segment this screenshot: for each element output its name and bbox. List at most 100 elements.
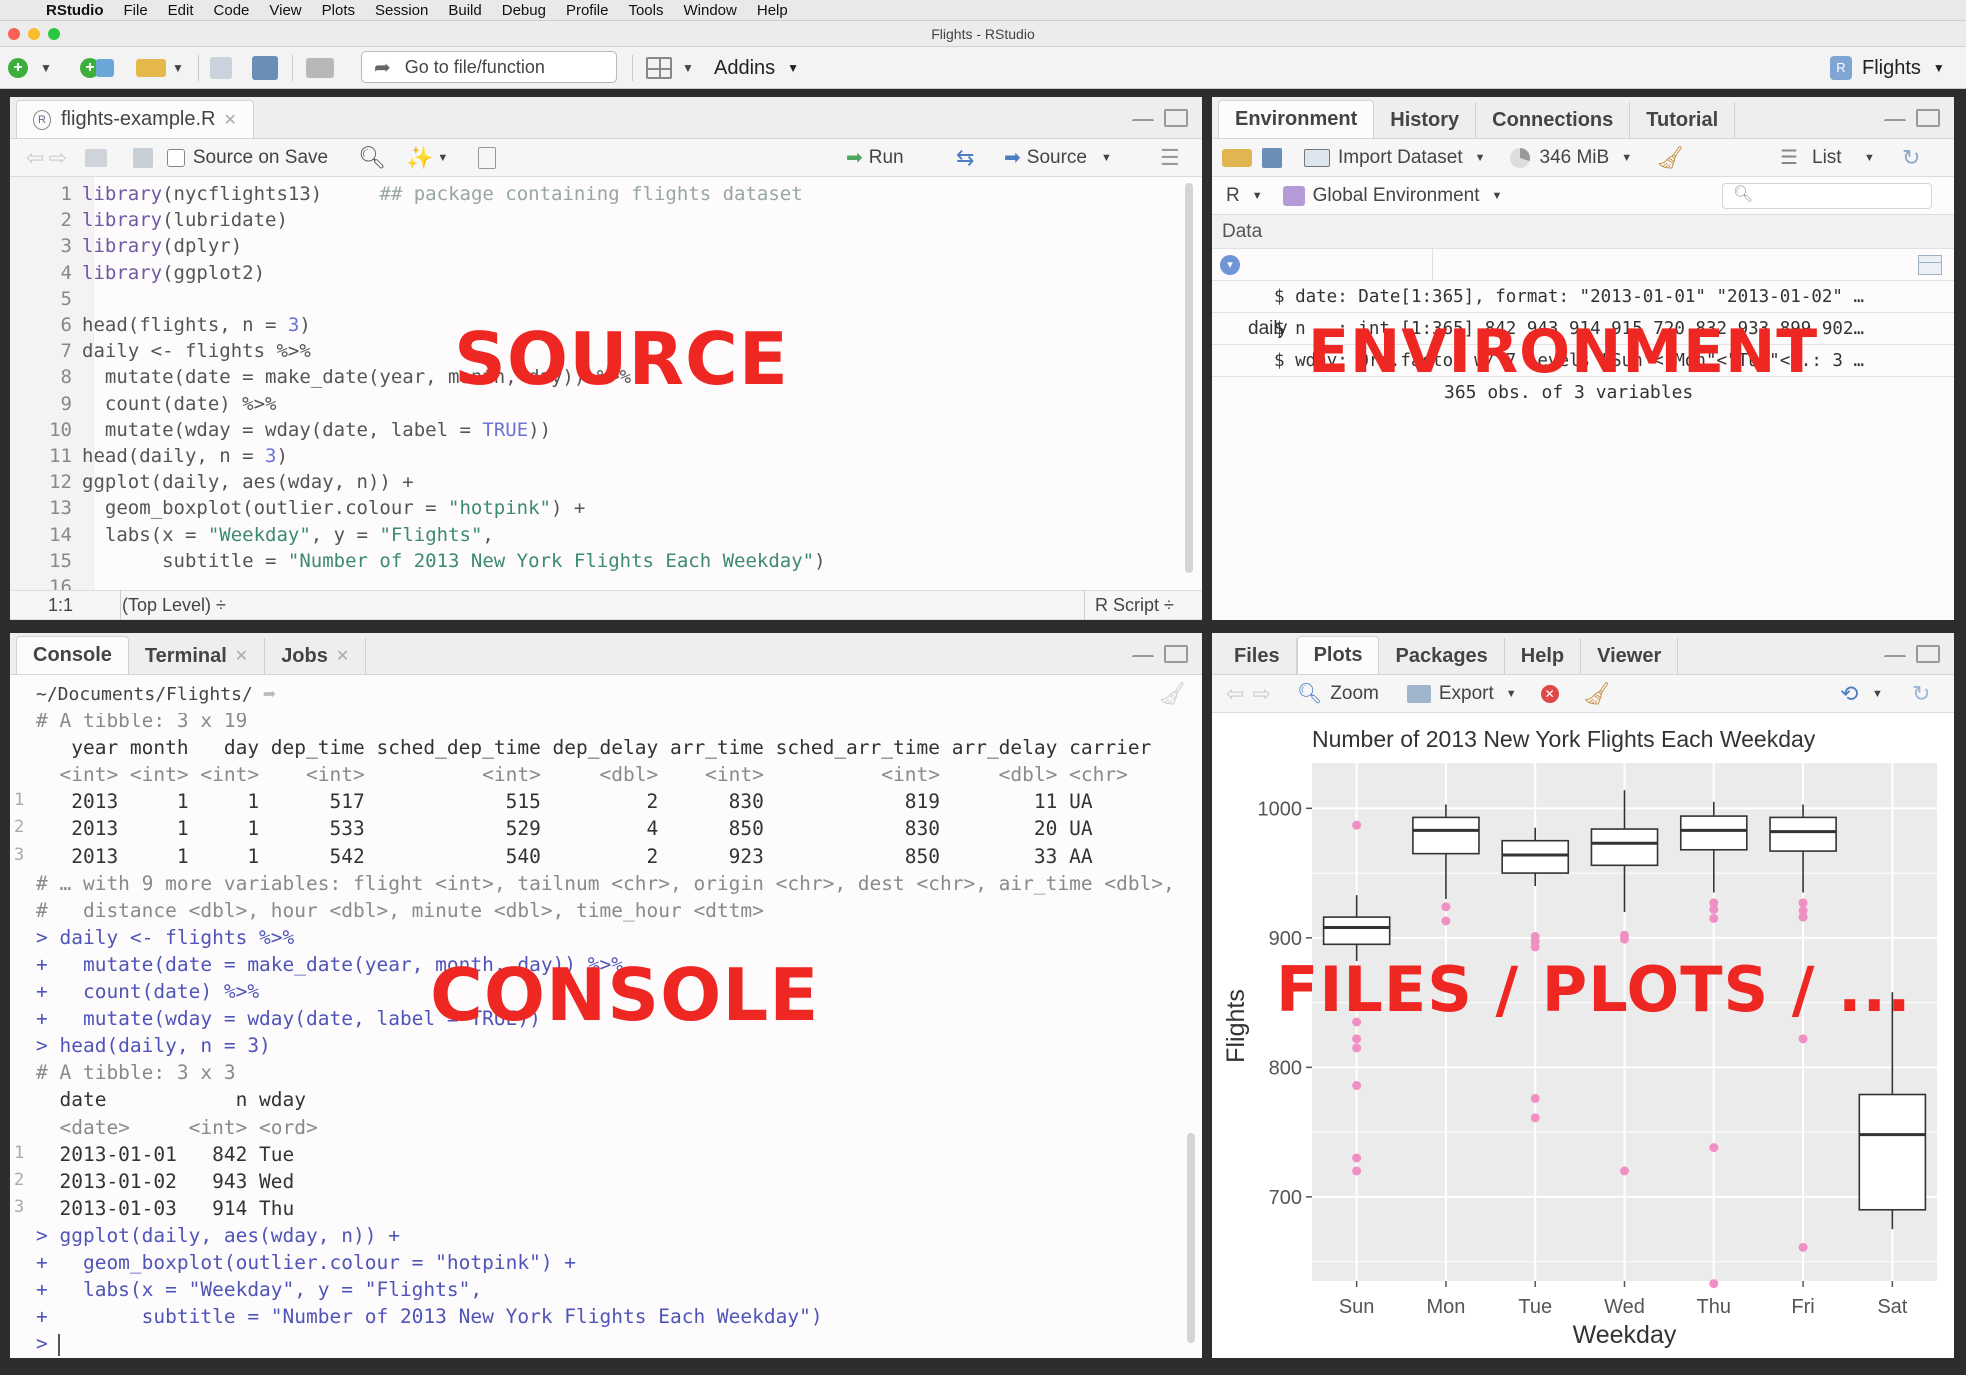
minimize-pane-icon[interactable] xyxy=(1132,119,1154,127)
minimize-window-icon[interactable] xyxy=(28,28,40,40)
chevron-down-icon[interactable]: ▼ xyxy=(1506,688,1517,700)
menu-window[interactable]: Window xyxy=(684,2,737,19)
chevron-down-icon[interactable]: ▼ xyxy=(1621,152,1632,164)
run-button[interactable]: ➡ Run xyxy=(846,145,904,170)
project-menu[interactable]: R Flights ▼ xyxy=(1830,55,1945,81)
tab-environment[interactable]: Environment xyxy=(1218,100,1375,138)
environment-search-input[interactable]: 🔍︎ xyxy=(1722,183,1932,209)
filetype-selector[interactable]: R Script ÷ xyxy=(1095,595,1174,616)
close-tab-icon[interactable]: ✕ xyxy=(336,646,349,666)
broom-icon[interactable]: 🧹︎ xyxy=(1583,681,1611,707)
pane-layout-button[interactable]: ▼ xyxy=(646,55,694,81)
tab-files[interactable]: Files xyxy=(1218,638,1297,674)
broom-icon[interactable]: 🧹︎ xyxy=(1656,145,1684,171)
addins-menu[interactable]: Addins ▼ xyxy=(714,55,799,81)
rerun-icon[interactable]: ⇆ xyxy=(956,145,974,171)
menu-debug[interactable]: Debug xyxy=(502,2,546,19)
console-scrollbar[interactable] xyxy=(1187,1133,1195,1343)
outline-icon[interactable]: ☰ xyxy=(1160,145,1180,171)
minimize-pane-icon[interactable] xyxy=(1132,655,1154,663)
tab-console[interactable]: Console xyxy=(16,636,129,674)
import-dataset-button[interactable]: Import Dataset xyxy=(1338,147,1463,169)
save-workspace-icon[interactable] xyxy=(1262,147,1282,168)
menu-file[interactable]: File xyxy=(124,2,148,19)
chevron-down-icon[interactable]: ▼ xyxy=(437,152,448,164)
view-mode-menu[interactable]: List xyxy=(1812,147,1842,169)
tab-tutorial[interactable]: Tutorial xyxy=(1630,102,1736,138)
menu-build[interactable]: Build xyxy=(448,2,481,19)
magic-wand-icon[interactable]: ✨ xyxy=(406,145,433,171)
chevron-down-icon[interactable]: ▼ xyxy=(1492,190,1503,202)
boxplot-chart[interactable]: 700 800 900 1000 Sun Mon Tue Wed Thu Fri Sat Number… xyxy=(1212,713,1954,1358)
compile-report-icon[interactable] xyxy=(478,146,497,169)
tab-jobs[interactable]: Jobs ✕ xyxy=(265,638,367,674)
go-to-directory-icon[interactable]: ➦ xyxy=(263,684,276,704)
scope-selector[interactable]: (Top Level) ÷ xyxy=(122,595,226,616)
tab-connections[interactable]: Connections xyxy=(1476,102,1631,138)
show-in-window-icon[interactable] xyxy=(84,148,107,167)
new-project-button[interactable]: + xyxy=(80,55,114,81)
environment-scope-selector[interactable]: Global Environment xyxy=(1313,185,1480,207)
menu-help[interactable]: Help xyxy=(757,2,788,19)
print-button[interactable] xyxy=(306,55,334,81)
close-tab-icon[interactable]: ✕ xyxy=(224,110,237,130)
expand-icon[interactable]: ▾ xyxy=(1220,255,1240,275)
chevron-down-icon[interactable]: ▼ xyxy=(1864,152,1875,164)
forward-arrow-icon[interactable]: ⇨ xyxy=(48,145,66,171)
refresh-icon[interactable]: ↻ xyxy=(1902,145,1920,171)
close-tab-icon[interactable]: ✕ xyxy=(235,646,248,666)
maximize-pane-icon[interactable] xyxy=(1916,109,1940,127)
menu-session[interactable]: Session xyxy=(375,2,428,19)
environment-object-row[interactable]: ▾ daily 365 obs. of 3 variables xyxy=(1212,249,1954,403)
next-plot-icon[interactable]: ⇨ xyxy=(1252,681,1270,707)
maximize-pane-icon[interactable] xyxy=(1916,645,1940,663)
menu-code[interactable]: Code xyxy=(214,2,250,19)
menu-app-name[interactable]: RStudio xyxy=(46,2,104,19)
chevron-down-icon[interactable]: ▼ xyxy=(1872,688,1883,700)
chevron-down-icon[interactable]: ▼ xyxy=(1475,152,1486,164)
tab-help[interactable]: Help xyxy=(1505,638,1582,674)
minimize-pane-icon[interactable] xyxy=(1884,655,1906,663)
close-window-icon[interactable] xyxy=(8,28,20,40)
save-icon[interactable] xyxy=(132,147,153,168)
previous-plot-icon[interactable]: ⇦ xyxy=(1226,681,1244,707)
minimize-pane-icon[interactable] xyxy=(1884,119,1906,127)
refresh-icon[interactable]: ↻ xyxy=(1912,681,1930,707)
menu-view[interactable]: View xyxy=(269,2,301,19)
zoom-window-icon[interactable] xyxy=(48,28,60,40)
source-on-save-checkbox[interactable] xyxy=(166,148,185,167)
tab-flights-example[interactable]: R flights-example.R ✕ xyxy=(16,100,254,138)
menu-tools[interactable]: Tools xyxy=(628,2,663,19)
maximize-pane-icon[interactable] xyxy=(1164,645,1188,663)
chevron-down-icon[interactable]: ▼ xyxy=(1252,190,1263,202)
source-button[interactable]: ➡ Source ▼ xyxy=(1004,145,1112,170)
menu-edit[interactable]: Edit xyxy=(168,2,194,19)
clear-console-icon[interactable]: 🧹︎ xyxy=(1158,681,1186,707)
remove-plot-icon[interactable]: ✕ xyxy=(1540,684,1559,703)
tab-terminal[interactable]: Terminal ✕ xyxy=(129,638,266,674)
menu-plots[interactable]: Plots xyxy=(322,2,355,19)
view-table-icon[interactable] xyxy=(1918,255,1942,275)
tab-viewer[interactable]: Viewer xyxy=(1581,638,1679,674)
tab-packages[interactable]: Packages xyxy=(1379,638,1505,674)
maximize-pane-icon[interactable] xyxy=(1164,109,1188,127)
save-all-button[interactable] xyxy=(252,55,278,81)
code-editor[interactable]: 1 library(nycflights13) ## package contai… xyxy=(10,177,1182,590)
memory-usage[interactable]: 346 MiB xyxy=(1540,147,1610,169)
zoom-button[interactable]: Zoom xyxy=(1330,683,1379,705)
search-icon[interactable]: 🔍︎ xyxy=(358,145,386,171)
save-button[interactable] xyxy=(210,55,232,81)
tab-plots[interactable]: Plots xyxy=(1296,636,1380,674)
open-file-button[interactable]: ▼ xyxy=(136,55,184,81)
console-output[interactable]: # A tibble: 3 x 19 year month day dep_ti… xyxy=(10,713,1182,1358)
goto-file-input[interactable]: ➦ Go to file/function xyxy=(361,51,617,83)
export-button[interactable]: Export xyxy=(1439,683,1494,705)
new-file-button[interactable]: + ▼ xyxy=(8,55,52,81)
menu-profile[interactable]: Profile xyxy=(566,2,609,19)
back-arrow-icon[interactable]: ⇦ xyxy=(26,145,44,171)
load-workspace-icon[interactable] xyxy=(1222,148,1252,167)
tab-history[interactable]: History xyxy=(1374,102,1477,138)
language-selector[interactable]: R xyxy=(1226,185,1240,207)
publish-icon[interactable]: ⟲ xyxy=(1840,681,1858,707)
editor-scrollbar[interactable] xyxy=(1185,183,1193,573)
